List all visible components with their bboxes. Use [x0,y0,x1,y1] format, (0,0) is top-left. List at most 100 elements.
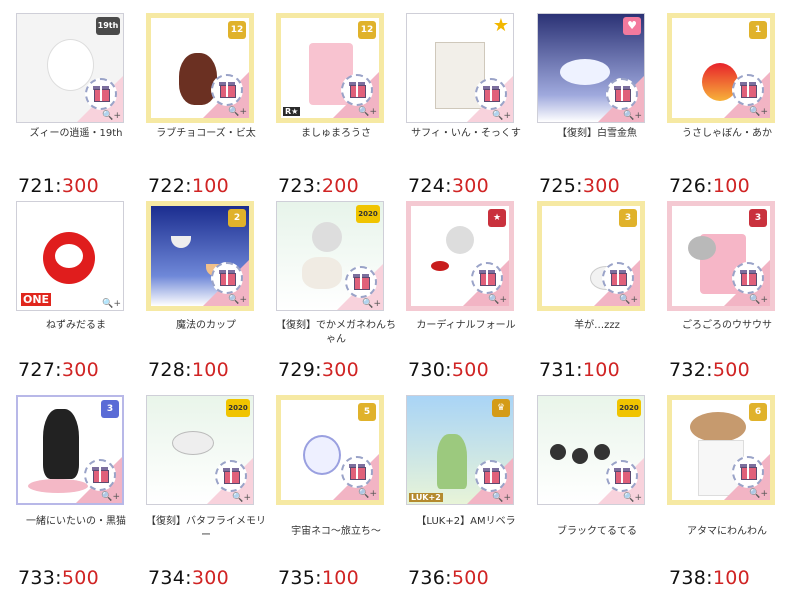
item-thumbnail[interactable]: 1 🔍+ [667,13,775,123]
item-price: 300 [321,359,360,381]
zoom-icon[interactable]: 🔍+ [749,107,768,117]
item-price: 100 [712,567,751,589]
item-number: 728 [148,359,186,381]
gift-icon [732,74,764,106]
zoom-icon[interactable]: 🔍+ [488,295,507,305]
zoom-icon[interactable]: 🔍+ [492,111,511,121]
item-name: 宇宙ネコ〜旅立ち〜 [291,526,381,537]
zoom-icon[interactable]: 🔍+ [749,489,768,499]
item-number: 738 [669,567,707,589]
item-price: 500 [712,359,751,381]
gift-icon [211,74,243,106]
cardinal-bird-illustration [431,261,449,271]
dog-on-head-illustration [690,412,746,442]
item-badge: 2020 [617,399,641,417]
item-badge: 3 [619,209,637,227]
zoom-icon[interactable]: 🔍+ [623,111,642,121]
item-thumbnail[interactable]: 3 🔍+ [16,395,124,505]
zoom-icon[interactable]: 🔍+ [102,299,121,309]
lop-rabbit-illustration [688,236,716,260]
item-number: 727 [18,359,56,381]
item-thumbnail[interactable]: 2020 🔍+ [276,201,384,311]
black-cat-illustration [43,409,79,479]
item-thumbnail[interactable]: 6 🔍+ [667,395,775,505]
zoom-icon[interactable]: 🔍+ [619,295,638,305]
teru-teru-illustration [572,448,588,464]
item-number-price: 723:200 [278,175,360,197]
rarity-tag: R★ [283,107,301,116]
item-thumbnail[interactable]: ★ 🔍+ [406,201,514,311]
item-thumbnail[interactable]: ONE 🔍+ [16,201,124,311]
item-price: 100 [191,175,230,197]
gift-icon [345,266,377,298]
item-number: 721 [18,175,56,197]
item-number: 723 [278,175,316,197]
item-number-price: 725:300 [539,175,621,197]
item-name: ズィーの逍遥・19th [29,128,123,139]
item-thumbnail[interactable]: 3 🔍+ [667,201,775,311]
daruma-face [55,244,83,268]
zoom-icon[interactable]: 🔍+ [101,492,120,502]
zoom-icon[interactable]: 🔍+ [102,111,121,121]
zoom-icon[interactable]: 🔍+ [749,295,768,305]
item-thumbnail[interactable]: ★ 🔍+ [406,13,514,123]
zoom-icon[interactable]: 🔍+ [358,107,377,117]
item-badge: ♛ [492,399,510,417]
flower-girl-illustration [437,434,467,489]
item-thumbnail[interactable]: 2020 🔍+ [537,395,645,505]
item-badge: 2020 [356,205,380,223]
item-price: 100 [712,175,751,197]
item-price: 300 [61,175,100,197]
item-badge: 12 [228,21,246,39]
gift-icon [732,456,764,488]
item-name: ラブチョコーズ・ビ太 [156,128,256,139]
item-name: ブラックてるてる [557,526,637,537]
gift-icon [341,74,373,106]
item-badge: 12 [358,21,376,39]
item-number-price: 736:500 [408,567,490,589]
item-number-price: 730:500 [408,359,490,381]
item-name: うさしゃぼん・あか [682,128,772,139]
zoom-icon[interactable]: 🔍+ [228,107,247,117]
item-badge: 2 [228,209,246,227]
zoom-icon[interactable]: 🔍+ [492,493,511,503]
item-name: 【復刻】白雪金魚 [557,128,637,139]
gift-icon [341,456,373,488]
item-number-price: 726:100 [669,175,751,197]
item-name: 一緒にいたいの・黒猫 [26,516,126,527]
item-thumbnail[interactable]: ♛ LUK+2 🔍+ [406,395,514,505]
item-name: 羊が…zzz [574,320,620,331]
item-price: 300 [582,175,621,197]
item-number: 734 [148,567,186,589]
item-thumbnail[interactable]: ♥ 🔍+ [537,13,645,123]
gift-icon [606,460,638,492]
item-badge: ★ [492,15,510,36]
item-number-price: 738:100 [669,567,751,589]
zoom-icon[interactable]: 🔍+ [362,299,381,309]
one-logo: ONE [21,293,52,306]
item-number: 736 [408,567,446,589]
item-name: 魔法のカップ [176,320,236,331]
item-name: 【復刻】でかメガネわんちゃん [276,320,396,345]
item-thumbnail[interactable]: 3 🔍+ [537,201,645,311]
item-thumbnail[interactable]: 19th 🔍+ [16,13,124,123]
item-badge: 19th [96,17,120,35]
item-name: ましゅまろうさ [301,128,371,139]
item-thumbnail[interactable]: 2020 🔍+ [146,395,254,505]
item-thumbnail[interactable]: 12 🔍+ [146,13,254,123]
item-thumbnail[interactable]: 2 🔍+ [146,201,254,311]
zoom-icon[interactable]: 🔍+ [228,295,247,305]
zoom-icon[interactable]: 🔍+ [358,489,377,499]
item-thumbnail[interactable]: 12 R★ 🔍+ [276,13,384,123]
item-price: 100 [582,359,621,381]
zoom-icon[interactable]: 🔍+ [232,493,251,503]
item-badge: 1 [749,21,767,39]
item-price: 500 [451,567,490,589]
item-number: 724 [408,175,446,197]
butterfly-illustration [172,431,214,455]
mannequin-illustration [312,222,342,252]
zoom-icon[interactable]: 🔍+ [623,493,642,503]
item-badge: 2020 [226,399,250,417]
item-thumbnail[interactable]: 5 🔍+ [276,395,384,505]
item-number-price: 735:100 [278,567,360,589]
